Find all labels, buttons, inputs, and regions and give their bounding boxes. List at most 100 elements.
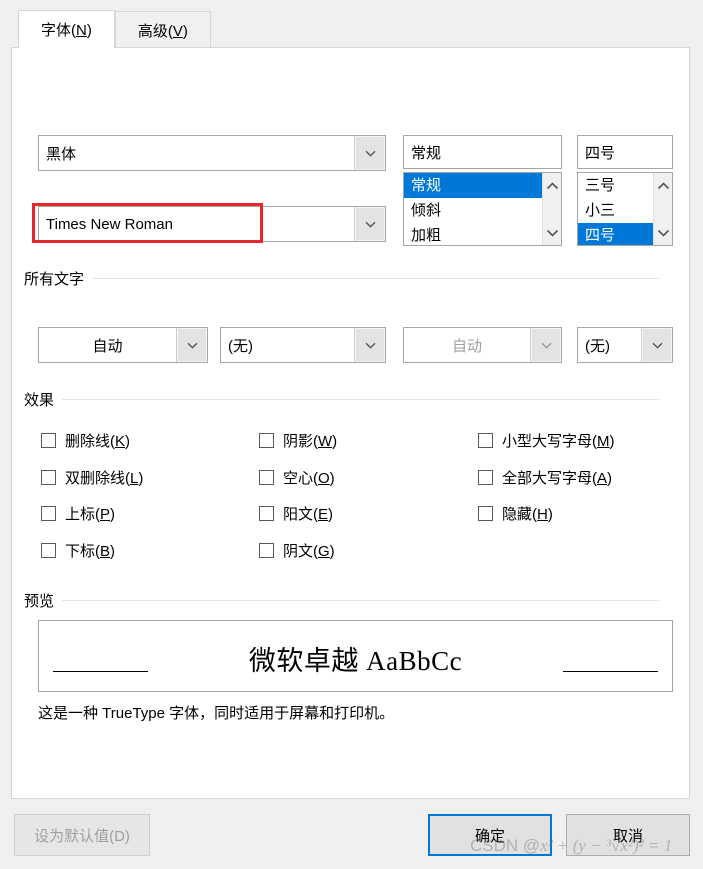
chinese-font-value: 黑体: [46, 145, 77, 163]
cancel-button[interactable]: 取消: [566, 814, 690, 856]
checkbox-label: 全部大写字母(A): [502, 470, 613, 487]
list-item[interactable]: 四号: [578, 223, 653, 245]
checkbox-label: 隐藏(H): [502, 506, 553, 523]
tab-advanced[interactable]: 高级(V): [114, 11, 211, 48]
group-divider: [92, 278, 659, 279]
scroll-down-icon[interactable]: [546, 224, 559, 241]
checkbox-superscript[interactable]: 上标(P): [41, 503, 115, 524]
font-style-scrollbar[interactable]: [542, 173, 561, 245]
font-size-listbox[interactable]: 三号 小三 四号: [577, 172, 673, 246]
ok-label: 确定: [474, 827, 505, 845]
checkbox-subscript[interactable]: 下标(B): [41, 540, 115, 561]
checkbox-box[interactable]: [259, 543, 274, 558]
list-item[interactable]: 加粗: [404, 223, 542, 245]
latin-font-dropdown-button[interactable]: [354, 207, 385, 241]
list-item[interactable]: 常规: [404, 173, 542, 198]
list-item[interactable]: 三号: [578, 173, 653, 198]
preview-group-title: 预览: [24, 593, 55, 610]
checkbox-box[interactable]: [41, 506, 56, 521]
latin-font-combo[interactable]: Times New Roman: [38, 206, 386, 242]
group-divider: [62, 399, 659, 400]
checkbox-all-caps[interactable]: 全部大写字母(A): [478, 467, 612, 488]
list-item[interactable]: 小三: [578, 198, 653, 223]
font-size-input[interactable]: 四号: [577, 135, 673, 169]
checkbox-label: 下标(B): [65, 543, 116, 560]
font-color-combo[interactable]: 自动: [38, 327, 208, 363]
font-color-dropdown-button[interactable]: [176, 328, 207, 362]
font-style-value: 常规: [411, 144, 442, 162]
chevron-down-icon: [365, 221, 376, 228]
font-color-value: 自动: [92, 337, 123, 355]
chinese-font-combo[interactable]: 黑体: [38, 135, 386, 171]
underline-style-dropdown-button[interactable]: [354, 328, 385, 362]
underline-color-combo: 自动: [403, 327, 562, 363]
font-style-listbox[interactable]: 常规 倾斜 加粗: [403, 172, 562, 246]
font-style-list-items: 常规 倾斜 加粗: [404, 173, 542, 245]
tab-strip: 字体(N) 高级(V): [18, 10, 211, 48]
checkbox-box[interactable]: [41, 433, 56, 448]
emphasis-mark-combo[interactable]: (无): [577, 327, 673, 363]
scroll-down-icon[interactable]: [657, 224, 670, 241]
checkbox-label: 阳文(E): [283, 506, 334, 523]
checkbox-outline[interactable]: 空心(O): [259, 467, 335, 488]
checkbox-label: 小型大写字母(M): [502, 433, 615, 450]
checkbox-label: 上标(P): [65, 506, 116, 523]
checkbox-label: 删除线(K): [65, 433, 131, 450]
font-size-scrollbar[interactable]: [653, 173, 672, 245]
checkbox-label: 阴影(W): [283, 433, 338, 450]
all-text-group-header: 所有文字: [24, 268, 659, 289]
checkbox-box[interactable]: [41, 543, 56, 558]
emphasis-mark-dropdown-button[interactable]: [641, 328, 672, 362]
tab-font-label: 字体(N): [41, 22, 92, 39]
checkbox-box[interactable]: [259, 470, 274, 485]
checkbox-shadow[interactable]: 阴影(W): [259, 430, 337, 451]
checkbox-label: 阴文(G): [283, 543, 335, 560]
checkbox-box[interactable]: [259, 506, 274, 521]
font-size-list-items: 三号 小三 四号: [578, 173, 653, 245]
tab-font[interactable]: 字体(N): [18, 10, 115, 48]
checkbox-box[interactable]: [478, 470, 493, 485]
chevron-down-icon: [652, 342, 663, 349]
underline-style-value: (无): [228, 337, 253, 355]
cancel-label: 取消: [612, 827, 643, 845]
underline-color-value: 自动: [451, 337, 482, 355]
font-style-input[interactable]: 常规: [403, 135, 562, 169]
chevron-down-icon: [541, 342, 552, 349]
checkbox-strikethrough[interactable]: 删除线(K): [41, 430, 130, 451]
checkbox-label: 空心(O): [283, 470, 335, 487]
effects-group-title: 效果: [24, 392, 55, 409]
checkbox-double-strikethrough[interactable]: 双删除线(L): [41, 467, 143, 488]
checkbox-engrave[interactable]: 阴文(G): [259, 540, 335, 561]
all-text-group-title: 所有文字: [24, 271, 85, 288]
checkbox-box[interactable]: [478, 433, 493, 448]
ok-button[interactable]: 确定: [428, 814, 552, 856]
font-type-note: 这是一种 TrueType 字体，同时适用于屏幕和打印机。: [38, 705, 395, 722]
effects-group-header: 效果: [24, 389, 659, 410]
checkbox-hidden[interactable]: 隐藏(H): [478, 503, 553, 524]
group-divider: [62, 600, 659, 601]
list-item[interactable]: 倾斜: [404, 198, 542, 223]
checkbox-label: 双删除线(L): [65, 470, 144, 487]
scroll-up-icon[interactable]: [657, 177, 670, 194]
underline-style-combo[interactable]: (无): [220, 327, 386, 363]
checkbox-box[interactable]: [478, 506, 493, 521]
checkbox-small-caps[interactable]: 小型大写字母(M): [478, 430, 615, 451]
font-size-value: 四号: [585, 144, 616, 162]
tab-advanced-label: 高级(V): [137, 22, 188, 40]
chinese-font-dropdown-button[interactable]: [354, 136, 385, 170]
emphasis-mark-value: (无): [585, 337, 610, 355]
preview-group-header: 预览: [24, 590, 659, 611]
chevron-down-icon: [187, 342, 198, 349]
checkbox-box[interactable]: [41, 470, 56, 485]
scroll-up-icon[interactable]: [546, 177, 559, 194]
latin-font-value: Times New Roman: [46, 215, 173, 233]
chevron-down-icon: [365, 150, 376, 157]
set-as-default-label: 设为默认值(D): [34, 827, 130, 845]
set-as-default-button[interactable]: 设为默认值(D): [14, 814, 150, 856]
checkbox-emboss[interactable]: 阳文(E): [259, 503, 333, 524]
underline-color-dropdown-button: [530, 328, 561, 362]
checkbox-box[interactable]: [259, 433, 274, 448]
chevron-down-icon: [365, 342, 376, 349]
font-preview-box: 微软卓越 AaBbCc: [38, 620, 673, 692]
preview-sample-text: 微软卓越 AaBbCc: [248, 646, 463, 676]
